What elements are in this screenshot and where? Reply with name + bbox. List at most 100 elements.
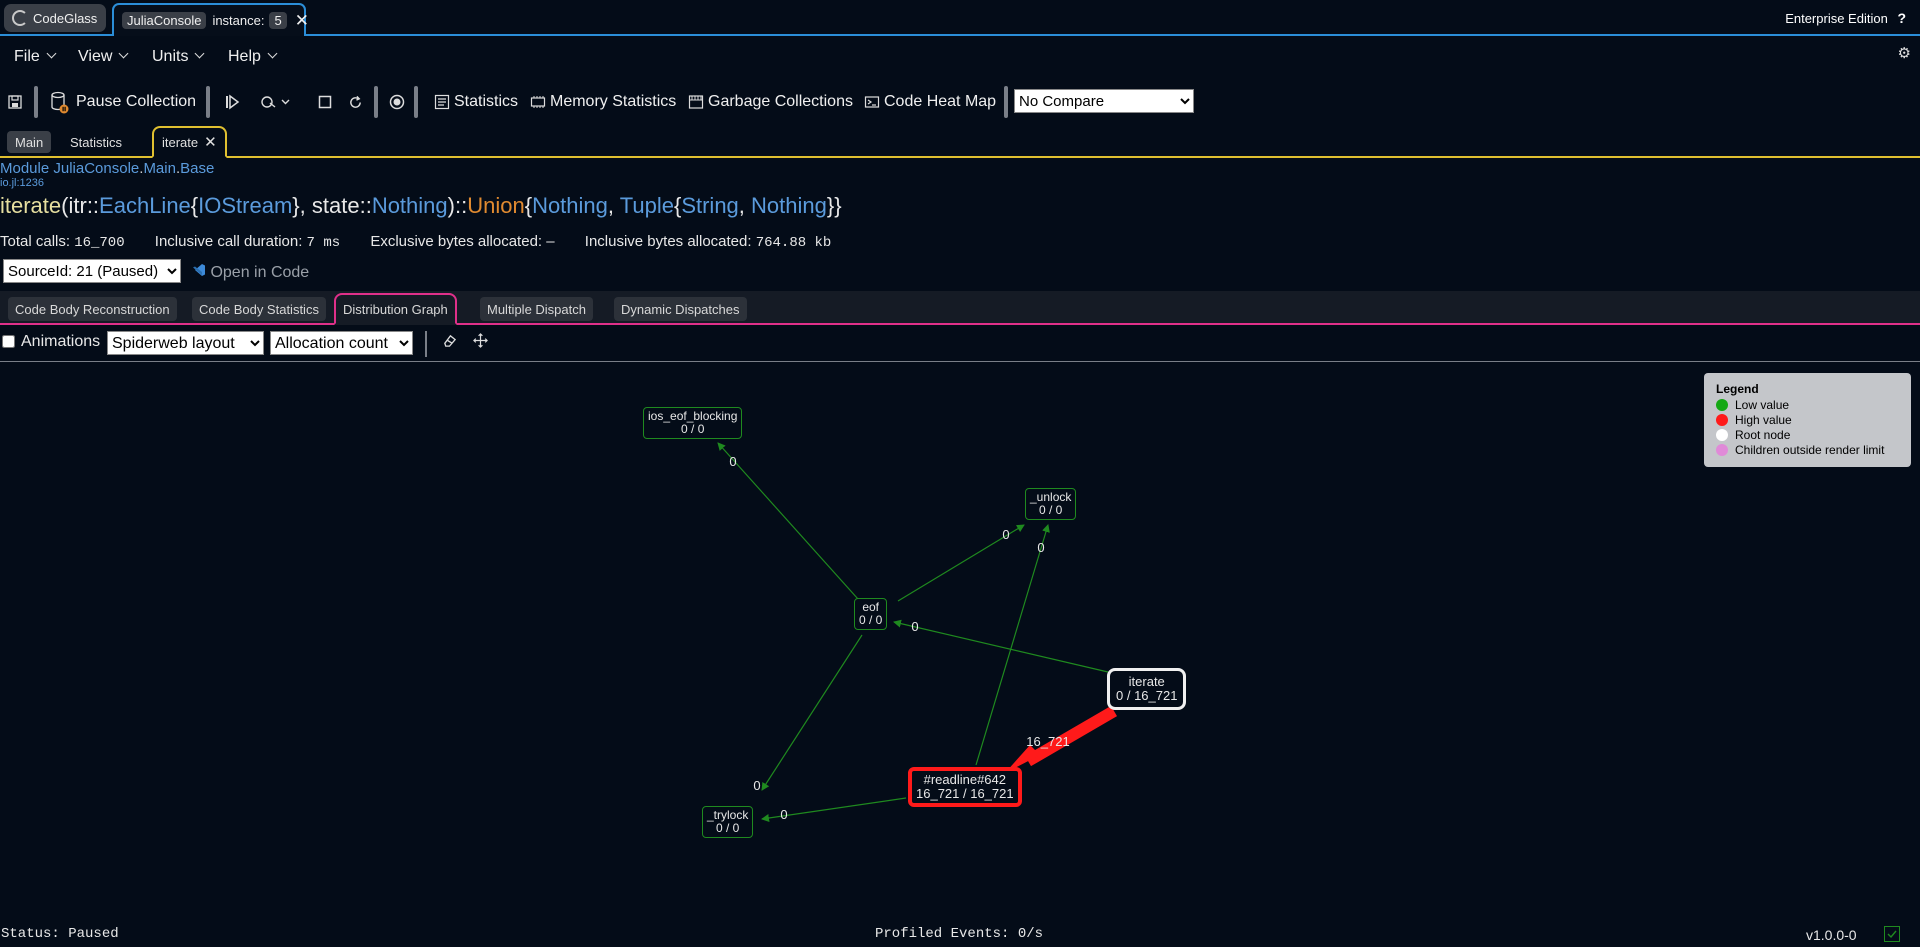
gear-icon[interactable]: ⚙	[1898, 44, 1911, 62]
graph-node-eof[interactable]: eof 0 / 0	[854, 598, 888, 630]
menu-units[interactable]: Units	[152, 48, 203, 66]
menu-help[interactable]: Help	[228, 48, 276, 66]
legend-dot-icon	[1716, 398, 1728, 411]
instance-number: 5	[269, 12, 287, 29]
heat-map-icon	[864, 96, 880, 108]
memory-statistics-button[interactable]: Memory Statistics	[530, 82, 676, 122]
save-icon[interactable]	[8, 82, 22, 122]
legend-item: High value	[1716, 412, 1899, 427]
node-name: #readline#642	[923, 772, 1006, 787]
sig-tuple-1: String	[681, 193, 739, 218]
source-file-link[interactable]: io.jl:1236	[0, 177, 44, 189]
graph-node-ios-eof-blocking[interactable]: ios_eof_blocking 0 / 0	[643, 407, 743, 439]
compare-select[interactable]: No Compare	[1014, 89, 1194, 113]
step-dropdown[interactable]	[260, 82, 290, 122]
sig-type2: Nothing	[371, 193, 448, 218]
code-heat-map-button[interactable]: Code Heat Map	[864, 82, 996, 122]
exclusive-bytes-label: Exclusive bytes allocated:	[370, 233, 543, 250]
legend-label: High value	[1735, 412, 1792, 427]
module-link-main[interactable]: Main	[143, 160, 176, 177]
eraser-icon[interactable]	[442, 333, 457, 353]
edge-label: 0	[1002, 527, 1009, 542]
graph-node-unlock[interactable]: _unlock 0 / 0	[1025, 488, 1077, 520]
module-prefix: Module	[0, 160, 50, 177]
code-heat-map-label: Code Heat Map	[884, 93, 997, 110]
menu-file[interactable]: File	[14, 48, 55, 66]
restart-icon[interactable]	[348, 82, 363, 122]
sig-type1-param: IOStream	[198, 193, 293, 218]
graph-node-trylock[interactable]: _trylock 0 / 0	[702, 806, 754, 838]
sig-type1: EachLine	[99, 193, 191, 218]
sig-arg2: state	[311, 193, 360, 218]
inclusive-bytes-label: Inclusive bytes allocated:	[584, 233, 752, 250]
graph-node-readline[interactable]: #readline#642 16_721 / 16_721	[908, 767, 1022, 807]
pause-collection-button[interactable]: Pause Collection	[50, 82, 196, 122]
title-bar: CodeGlass JuliaConsole instance: 5 ✕ Ent…	[0, 0, 1920, 36]
record-icon[interactable]	[389, 82, 405, 122]
close-icon[interactable]: ✕	[295, 11, 309, 31]
tab-code-body-statistics[interactable]: Code Body Statistics	[192, 297, 326, 321]
module-link-base[interactable]: Base	[180, 160, 214, 177]
tab-iterate-label: iterate	[162, 134, 199, 150]
analysis-tabs: Code Body Reconstruction Code Body Stati…	[0, 291, 1920, 325]
statistics-button[interactable]: Statistics	[434, 82, 518, 122]
toolbar-separator	[34, 86, 38, 118]
animations-label: Animations	[21, 333, 101, 350]
tab-main[interactable]: Main	[7, 131, 52, 153]
tab-iterate[interactable]: iterate ✕	[152, 126, 227, 158]
metric-select[interactable]: Allocation count	[270, 331, 413, 355]
app-tab-codeglass[interactable]: CodeGlass	[4, 4, 106, 32]
tab-dynamic-dispatches[interactable]: Dynamic Dispatches	[614, 297, 747, 321]
edge-iterate-eof	[893, 619, 1109, 673]
sig-union-1: Nothing	[532, 193, 608, 218]
toolbar-separator	[414, 86, 418, 118]
help-icon[interactable]: ?	[1897, 10, 1906, 26]
tab-multiple-dispatch[interactable]: Multiple Dispatch	[480, 297, 593, 321]
toolbar-separator	[1004, 86, 1008, 118]
close-icon[interactable]: ✕	[204, 133, 217, 151]
legend-item: Low value	[1716, 397, 1899, 412]
total-calls-value: 16_700	[74, 235, 125, 251]
memory-statistics-label: Memory Statistics	[550, 93, 677, 110]
toolbar-separator	[374, 86, 378, 118]
open-in-code-button[interactable]: Open in Code	[192, 263, 309, 282]
node-value: 0 / 0	[859, 613, 883, 627]
module-breadcrumb: Module JuliaConsole.Main.Base	[0, 160, 215, 177]
edge-label: 0	[911, 619, 918, 634]
document-tabs: Main Statistics iterate ✕	[0, 126, 1920, 158]
fit-view-icon[interactable]	[473, 333, 488, 353]
pause-collection-label: Pause Collection	[76, 93, 197, 110]
graph-edges: 0 0 0 0 16_721 0 0	[717, 442, 1118, 822]
node-value: 0 / 16_721	[1116, 688, 1178, 703]
legend-dot-icon	[1716, 413, 1728, 426]
instance-tab[interactable]: JuliaConsole instance: 5 ✕	[112, 3, 309, 36]
edition-text: Enterprise Edition	[1785, 11, 1888, 26]
legend-label: Children outside render limit	[1735, 442, 1885, 457]
tab-code-body-reconstruction[interactable]: Code Body Reconstruction	[8, 297, 177, 321]
node-value: 16_721 / 16_721	[916, 786, 1014, 801]
garbage-collections-button[interactable]: Garbage Collections	[688, 82, 853, 122]
edge-label: 0	[1037, 540, 1044, 555]
function-signature: iterate(itr::EachLine{IOStream}, state::…	[0, 193, 842, 218]
animations-checkbox[interactable]	[2, 335, 15, 348]
node-name: iterate	[1128, 674, 1165, 689]
layout-select[interactable]: Spiderweb layout	[107, 331, 264, 355]
graph-node-iterate-root[interactable]: iterate 0 / 16_721	[1107, 668, 1187, 710]
options-separator	[425, 331, 427, 357]
codeglass-logo-icon	[12, 10, 28, 26]
toolbar-separator	[206, 86, 210, 118]
stop-icon[interactable]	[318, 82, 332, 122]
menu-view[interactable]: View	[78, 48, 127, 66]
tab-statistics[interactable]: Statistics	[62, 131, 130, 153]
tab-distribution-graph[interactable]: Distribution Graph	[334, 293, 457, 325]
module-link-juliaconsole[interactable]: JuliaConsole	[53, 160, 139, 177]
source-id-select[interactable]: SourceId: 21 (Paused)	[3, 259, 181, 283]
open-in-code-label: Open in Code	[210, 264, 310, 281]
call-stats: Total calls: 16_700 Inclusive call durat…	[0, 233, 831, 251]
play-icon[interactable]	[224, 82, 240, 122]
distribution-graph[interactable]: 0 0 0 0 16_721 0 0 ios_eof_blocking 0 / …	[0, 363, 1920, 923]
edge-eof-ios	[717, 442, 859, 600]
sig-union-2: Tuple	[619, 193, 674, 218]
legend-dot-icon	[1716, 428, 1728, 441]
statistics-icon	[434, 94, 450, 110]
